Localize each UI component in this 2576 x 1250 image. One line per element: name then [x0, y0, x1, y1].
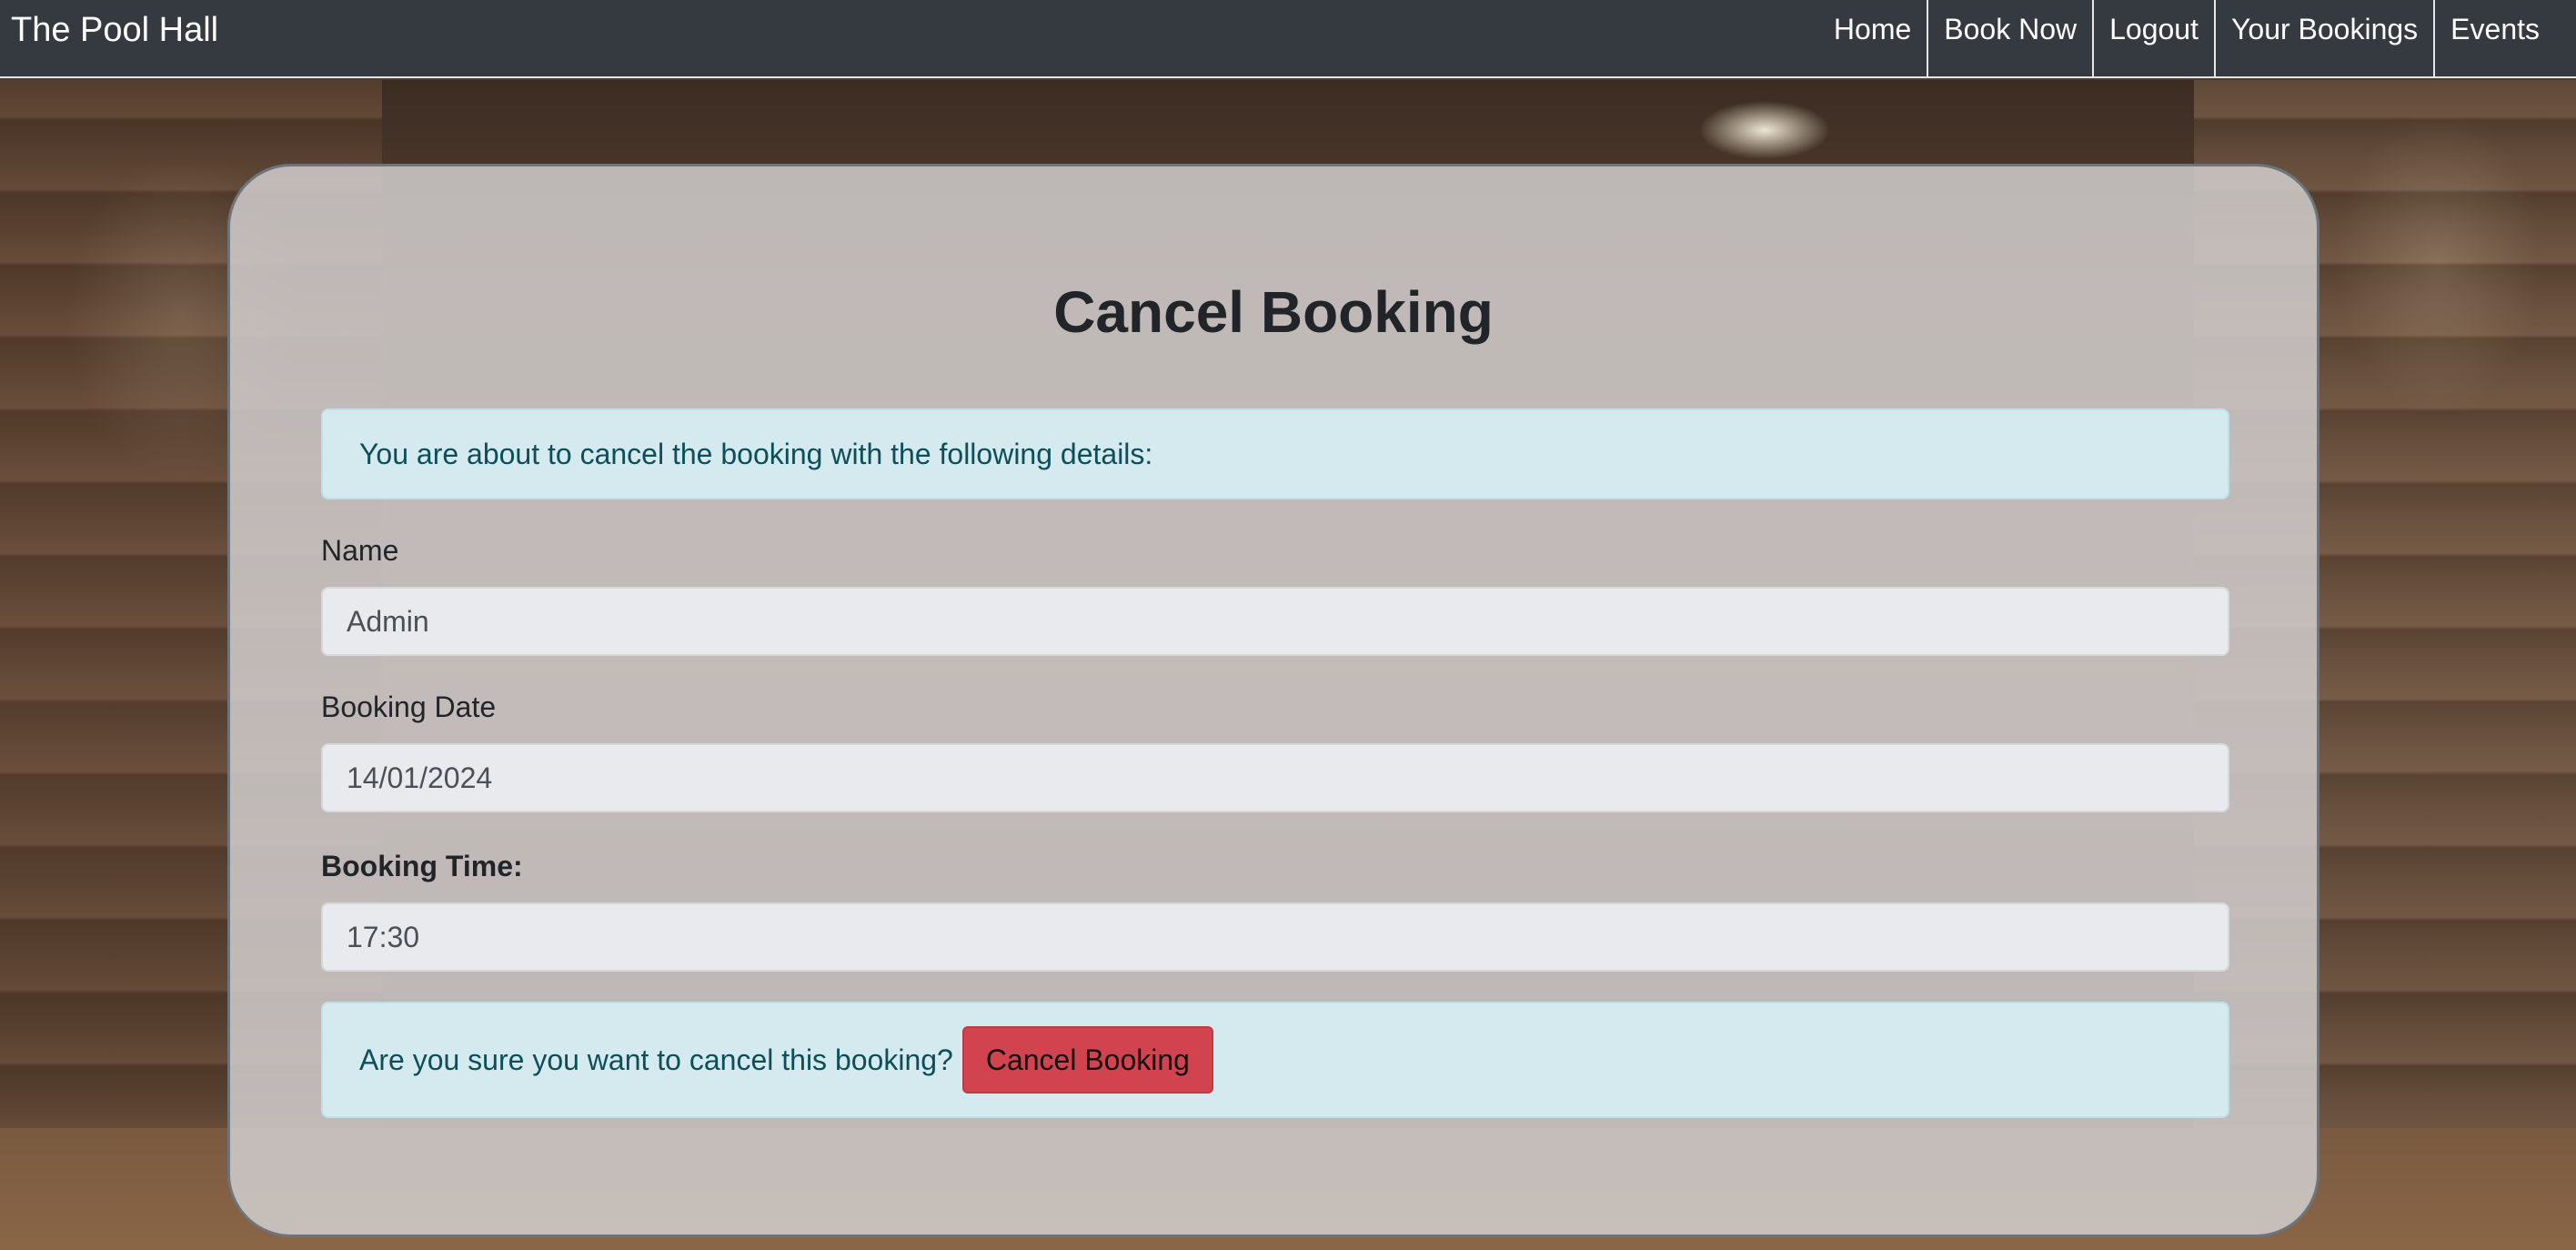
- nav-your-bookings-link[interactable]: Your Bookings: [2213, 0, 2433, 78]
- page-title: Cancel Booking: [1053, 279, 1494, 345]
- cancel-booking-button[interactable]: Cancel Booking: [961, 1026, 1213, 1094]
- cancel-booking-card: Cancel Booking You are about to cancel t…: [227, 164, 2319, 1237]
- brand-link[interactable]: The Pool Hall: [11, 9, 218, 51]
- nav-events-link[interactable]: Events: [2433, 0, 2576, 78]
- info-alert-text: You are about to cancel the booking with…: [359, 437, 1153, 470]
- confirm-alert: Are you sure you want to cancel this boo…: [321, 1002, 2229, 1118]
- booking-time-label: Booking Time:: [321, 850, 523, 882]
- nav-book-now-link[interactable]: Book Now: [1927, 0, 2092, 78]
- nav-links: Home Book Now Logout Your Bookings Event…: [1818, 0, 2576, 78]
- confirm-text: Are you sure you want to cancel this boo…: [359, 1043, 953, 1076]
- booking-date-field[interactable]: [321, 743, 2229, 812]
- nav-logout-link[interactable]: Logout: [2092, 0, 2214, 78]
- booking-time-field[interactable]: [321, 902, 2229, 972]
- name-label: Name: [321, 534, 399, 567]
- info-alert: You are about to cancel the booking with…: [321, 408, 2229, 499]
- nav-home-link[interactable]: Home: [1818, 0, 1927, 78]
- top-navbar: The Pool Hall Home Book Now Logout Your …: [0, 0, 2576, 78]
- booking-date-label: Booking Date: [321, 691, 497, 723]
- name-field[interactable]: [321, 587, 2229, 656]
